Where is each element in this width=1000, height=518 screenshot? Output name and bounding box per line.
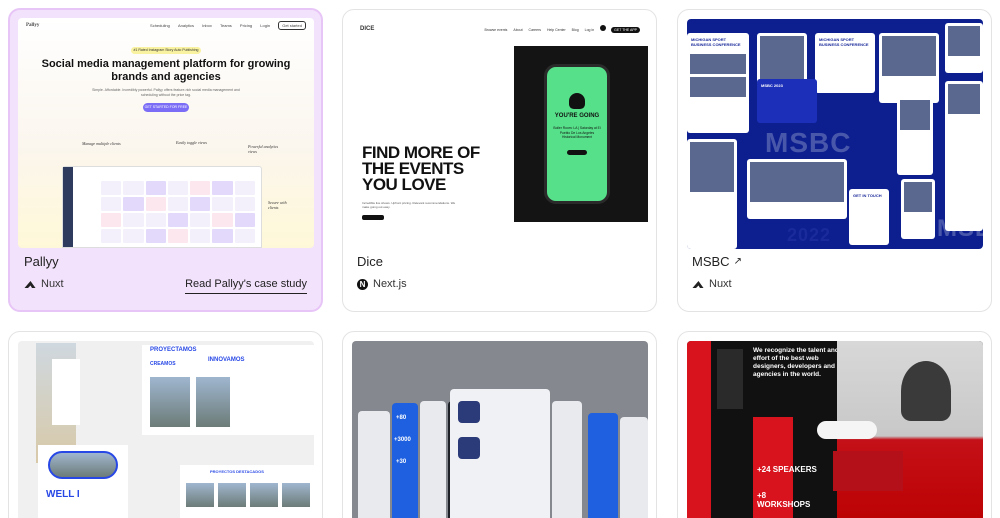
project-tech: Nuxt (24, 278, 64, 290)
search-icon (600, 25, 607, 31)
nuxt-icon (692, 280, 704, 288)
pallyy-note: Easily toggle views (176, 140, 207, 145)
pallyy-cta: GET STARTED FOR FREE (143, 103, 189, 112)
pallyy-note: Powerful analytics views (248, 144, 279, 154)
pallyy-note: Secure with clients (268, 200, 287, 210)
pallyy-note: Manage multiple clients (82, 141, 121, 146)
pallyy-preview[interactable]: Pallyy Scheduling Analytics Inbox Teams … (18, 18, 314, 248)
msbc-big-text: MSBC (765, 127, 852, 158)
pallyy-subtext: Simple. Affordable. Incredibly powerful.… (92, 88, 240, 97)
pallyy-sidebar-mock (63, 167, 73, 247)
architecture-panel: PROYECTAMOS INNOVAMOS CREAMOS (142, 345, 314, 435)
pallyy-dashboard-mock (62, 166, 262, 248)
mobile-preview[interactable]: +80 +3000 +30 (352, 341, 648, 518)
project-name: MSBC ↗ (692, 254, 742, 269)
pallyy-logo: Pallyy (26, 23, 40, 28)
msbc-big-text: 2022 (787, 225, 832, 245)
external-arrow-icon: ↗ (733, 256, 742, 267)
project-name: Pallyy (24, 254, 59, 269)
nav-item: Analytics (177, 23, 194, 28)
project-gallery: Pallyy Scheduling Analytics Inbox Teams … (0, 0, 1000, 518)
nav-item: Pricing (239, 23, 253, 28)
project-card-dice[interactable]: DICE Browse events About Careers Help Ce… (342, 9, 657, 312)
project-card-awards[interactable]: We recognize the talent and effort of th… (677, 331, 992, 518)
project-tech: Nuxt (692, 278, 732, 290)
msbc-preview[interactable]: MICHIGAN SPORT BUSINESS CONFERENCE MICHI… (687, 19, 983, 249)
nuxt-icon (24, 280, 36, 288)
phone-info: Boiler Room: LA | Saturday at El Pueblo … (553, 126, 601, 139)
dice-preview-nav: DICE Browse events About Careers Help Ce… (352, 19, 648, 38)
dice-preview[interactable]: DICE Browse events About Careers Help Ce… (352, 19, 648, 249)
project-tech: N Next.js (357, 278, 407, 290)
pallyy-preview-nav: Pallyy Scheduling Analytics Inbox Teams … (18, 18, 314, 33)
dice-logo: DICE (360, 25, 375, 32)
dice-subtext: Incredible live shows. Upfront pricing. … (362, 201, 456, 209)
project-card-pallyy[interactable]: Pallyy Scheduling Analytics Inbox Teams … (8, 8, 323, 312)
nextjs-icon: N (357, 278, 368, 290)
project-card-msbc[interactable]: MICHIGAN SPORT BUSINESS CONFERENCE MICHI… (677, 9, 992, 312)
nav-item: Inbox (202, 23, 212, 28)
pallyy-headline: Social media management platform for gro… (41, 58, 291, 83)
dice-phone-mock: YOU'RE GOING Boiler Room: LA | Saturday … (544, 64, 610, 204)
nav-item: Scheduling (150, 23, 170, 28)
nav-item: Login (260, 23, 271, 28)
pallyy-badge: #1 Rated Instagram Story Auto Publishing (131, 47, 201, 54)
architecture-preview[interactable]: PROYECTAMOS INNOVAMOS CREAMOS WELL I PRO… (18, 341, 314, 518)
dice-hero-dark-panel: YOU'RE GOING Boiler Room: LA | Saturday … (514, 46, 648, 222)
dice-headline: FIND MORE OF THE EVENTS YOU LOVE (362, 143, 480, 194)
msbc-panel: MICHIGAN SPORT BUSINESS CONFERENCE (687, 33, 749, 133)
read-case-study-link[interactable]: Read Pallyy's case study (185, 278, 307, 294)
phone-title: YOU'RE GOING (554, 113, 600, 119)
pallyy-calendar-mock (101, 181, 255, 243)
project-card-mobile[interactable]: +80 +3000 +30 (342, 331, 657, 518)
nav-item: Teams (220, 23, 232, 28)
project-card-architecture[interactable]: PROYECTAMOS INNOVAMOS CREAMOS WELL I PRO… (8, 331, 323, 518)
dice-mascot-icon (569, 93, 585, 109)
msbc-big-text: MSBC (937, 215, 983, 242)
awards-preview[interactable]: We recognize the talent and effort of th… (687, 341, 983, 518)
project-name: Dice (357, 254, 384, 269)
nav-item: Get started (278, 21, 306, 30)
